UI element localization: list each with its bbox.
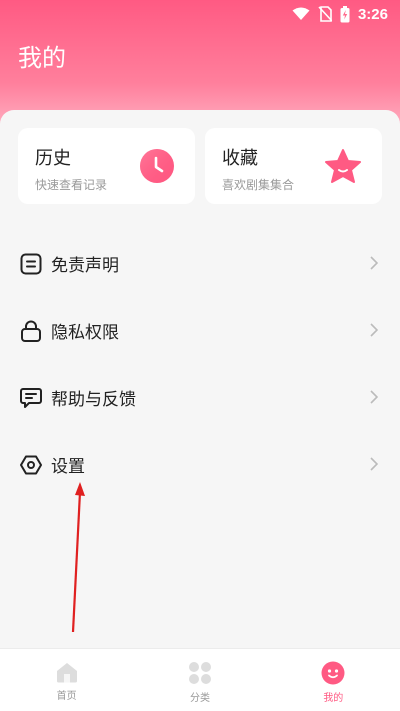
chevron-right-icon xyxy=(370,457,378,471)
star-icon xyxy=(325,149,361,183)
tab-category[interactable]: 分类 xyxy=(133,649,266,711)
menu-item-label: 免责声明 xyxy=(51,256,119,276)
menu-item-help-feedback[interactable]: 帮助与反馈 xyxy=(0,364,400,431)
battery-charging-icon xyxy=(340,5,350,22)
chevron-right-icon xyxy=(370,256,378,270)
chevron-right-icon xyxy=(370,323,378,337)
status-bar: 3:26 xyxy=(0,0,400,28)
menu-item-privacy[interactable]: 隐私权限 xyxy=(0,297,400,364)
quick-cards: 历史 快速查看记录 收藏 喜欢剧集集合 xyxy=(18,128,382,204)
page-title: 我的 xyxy=(18,44,66,72)
document-icon xyxy=(20,253,42,275)
tab-label: 我的 xyxy=(323,693,344,704)
tab-home[interactable]: 首页 xyxy=(0,649,133,711)
menu-item-label: 隐私权限 xyxy=(51,323,119,343)
content-panel: 历史 快速查看记录 收藏 喜欢剧集集合 免责声明 隐私权限 帮助与反馈 设置 xyxy=(0,110,400,648)
clock-icon xyxy=(140,149,174,183)
menu-item-label: 设置 xyxy=(51,457,85,477)
bottom-tab-bar: 首页 分类 我的 xyxy=(0,648,400,711)
no-sim-icon xyxy=(318,6,332,22)
smile-icon xyxy=(321,661,345,685)
grid-icon xyxy=(188,662,211,684)
tab-label: 首页 xyxy=(56,691,77,702)
menu-list: 免责声明 隐私权限 帮助与反馈 设置 xyxy=(0,230,400,498)
history-card[interactable]: 历史 快速查看记录 xyxy=(18,128,195,204)
annotation-arrow xyxy=(71,482,85,633)
feedback-icon xyxy=(20,387,42,409)
tab-label: 分类 xyxy=(189,693,210,704)
clock-time: 3:26 xyxy=(357,5,388,23)
home-icon xyxy=(56,663,77,683)
lock-icon xyxy=(20,320,42,342)
wifi-icon xyxy=(292,7,310,20)
tab-mine[interactable]: 我的 xyxy=(267,649,400,711)
menu-item-disclaimer[interactable]: 免责声明 xyxy=(0,230,400,297)
chevron-right-icon xyxy=(370,390,378,404)
settings-icon xyxy=(20,454,42,476)
menu-item-label: 帮助与反馈 xyxy=(51,390,136,410)
menu-item-settings[interactable]: 设置 xyxy=(0,431,400,498)
favorites-card[interactable]: 收藏 喜欢剧集集合 xyxy=(205,128,382,204)
